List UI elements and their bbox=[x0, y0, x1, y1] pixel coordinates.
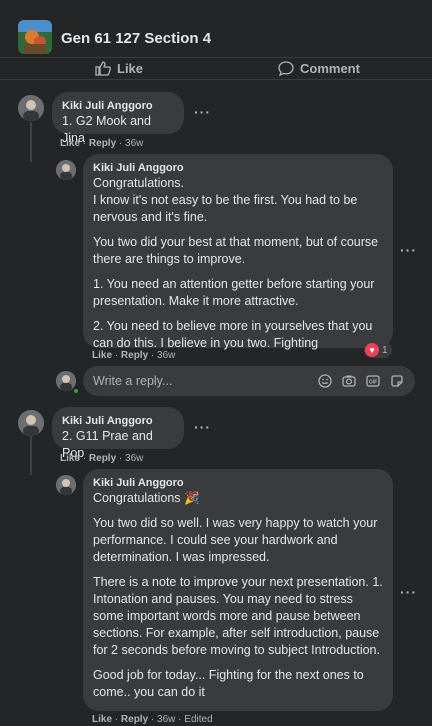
group-title[interactable]: Gen 61 127 Section 4 bbox=[61, 30, 211, 47]
group-avatar[interactable] bbox=[18, 20, 52, 54]
svg-text:GIF: GIF bbox=[369, 380, 377, 386]
timestamp[interactable]: 36w bbox=[125, 453, 143, 464]
thread-line bbox=[30, 122, 32, 162]
thumbs-up-icon bbox=[95, 61, 111, 76]
edited-label: Edited bbox=[184, 714, 213, 725]
like-link[interactable]: Like bbox=[60, 453, 80, 464]
reply-link[interactable]: Reply bbox=[89, 138, 116, 149]
timestamp[interactable]: 36w bbox=[157, 714, 175, 725]
reply-link[interactable]: Reply bbox=[121, 714, 148, 725]
comment-bubble: Kiki Juli Anggoro 2. G11 Prae and Pop bbox=[52, 407, 184, 460]
avatar[interactable] bbox=[18, 95, 44, 121]
comment-meta: Like · Reply · 36w bbox=[60, 453, 144, 464]
comment-label: Comment bbox=[300, 61, 360, 76]
thread-line bbox=[30, 435, 32, 475]
timestamp[interactable]: 36w bbox=[157, 350, 175, 361]
reaction-count: 1 bbox=[382, 344, 388, 356]
like-button[interactable]: Like bbox=[95, 61, 143, 76]
reply-paragraph: I know it's not easy to be the first. Yo… bbox=[93, 193, 358, 224]
reply-bubble: Kiki Juli Anggoro Congratulations. I kno… bbox=[83, 154, 393, 350]
reply-paragraph: Congratulations. bbox=[93, 176, 185, 190]
post-action-bar: Like Comment bbox=[0, 58, 432, 80]
reply-paragraph: 1. You need an attention getter before s… bbox=[93, 277, 375, 308]
reply-paragraph: Congratulations 🎉 bbox=[93, 491, 200, 505]
reaction-badge[interactable]: ♥ 1 bbox=[364, 342, 392, 358]
group-header: Gen 61 127 Section 4 bbox=[0, 0, 432, 58]
more-options-icon[interactable]: ··· bbox=[400, 242, 417, 258]
reply-meta: Like · Reply · 36w · Edited bbox=[92, 714, 213, 725]
reply-paragraph: Good job for today... Fighting for the n… bbox=[93, 668, 364, 699]
more-options-icon[interactable]: ··· bbox=[194, 419, 211, 435]
comment-author[interactable]: Kiki Juli Anggoro bbox=[62, 99, 174, 113]
emoji-icon[interactable] bbox=[318, 374, 332, 388]
comment-meta: Like · Reply · 36w bbox=[60, 138, 144, 149]
like-link[interactable]: Like bbox=[92, 714, 112, 725]
avatar[interactable] bbox=[18, 410, 44, 436]
comment-author[interactable]: Kiki Juli Anggoro bbox=[62, 414, 174, 428]
sticker-icon[interactable] bbox=[390, 374, 404, 388]
online-status-dot bbox=[72, 387, 80, 395]
reply-link[interactable]: Reply bbox=[89, 453, 116, 464]
reply-placeholder: Write a reply... bbox=[93, 374, 173, 388]
heart-icon: ♥ bbox=[365, 343, 379, 357]
like-link[interactable]: Like bbox=[92, 350, 112, 361]
camera-icon[interactable] bbox=[342, 374, 356, 388]
more-options-icon[interactable]: ··· bbox=[194, 104, 211, 120]
comment-bubble-icon bbox=[278, 61, 294, 76]
reply-input[interactable]: Write a reply... GIF bbox=[83, 366, 415, 396]
reply-link[interactable]: Reply bbox=[121, 350, 148, 361]
like-label: Like bbox=[117, 61, 144, 76]
timestamp[interactable]: 36w bbox=[125, 138, 143, 149]
reply-author[interactable]: Kiki Juli Anggoro bbox=[93, 476, 383, 490]
like-link[interactable]: Like bbox=[60, 138, 80, 149]
reply-paragraph: You two did your best at that moment, bu… bbox=[93, 235, 379, 266]
reply-bubble: Kiki Juli Anggoro Congratulations 🎉 You … bbox=[83, 469, 393, 711]
more-options-icon[interactable]: ··· bbox=[400, 584, 417, 600]
avatar[interactable] bbox=[56, 160, 76, 180]
reply-meta: Like · Reply · 36w bbox=[92, 350, 176, 361]
avatar[interactable] bbox=[56, 475, 76, 495]
reply-paragraph: 2. You need to believe more in yourselve… bbox=[93, 319, 373, 350]
reply-paragraph: You two did so well. I was very happy to… bbox=[93, 516, 378, 564]
reply-paragraph: There is a note to improve your next pre… bbox=[93, 575, 383, 657]
gif-icon[interactable]: GIF bbox=[366, 374, 380, 388]
comment-bubble: Kiki Juli Anggoro 1. G2 Mook and Jina bbox=[52, 92, 184, 145]
reply-author[interactable]: Kiki Juli Anggoro bbox=[93, 161, 383, 175]
comment-button[interactable]: Comment bbox=[278, 61, 360, 76]
